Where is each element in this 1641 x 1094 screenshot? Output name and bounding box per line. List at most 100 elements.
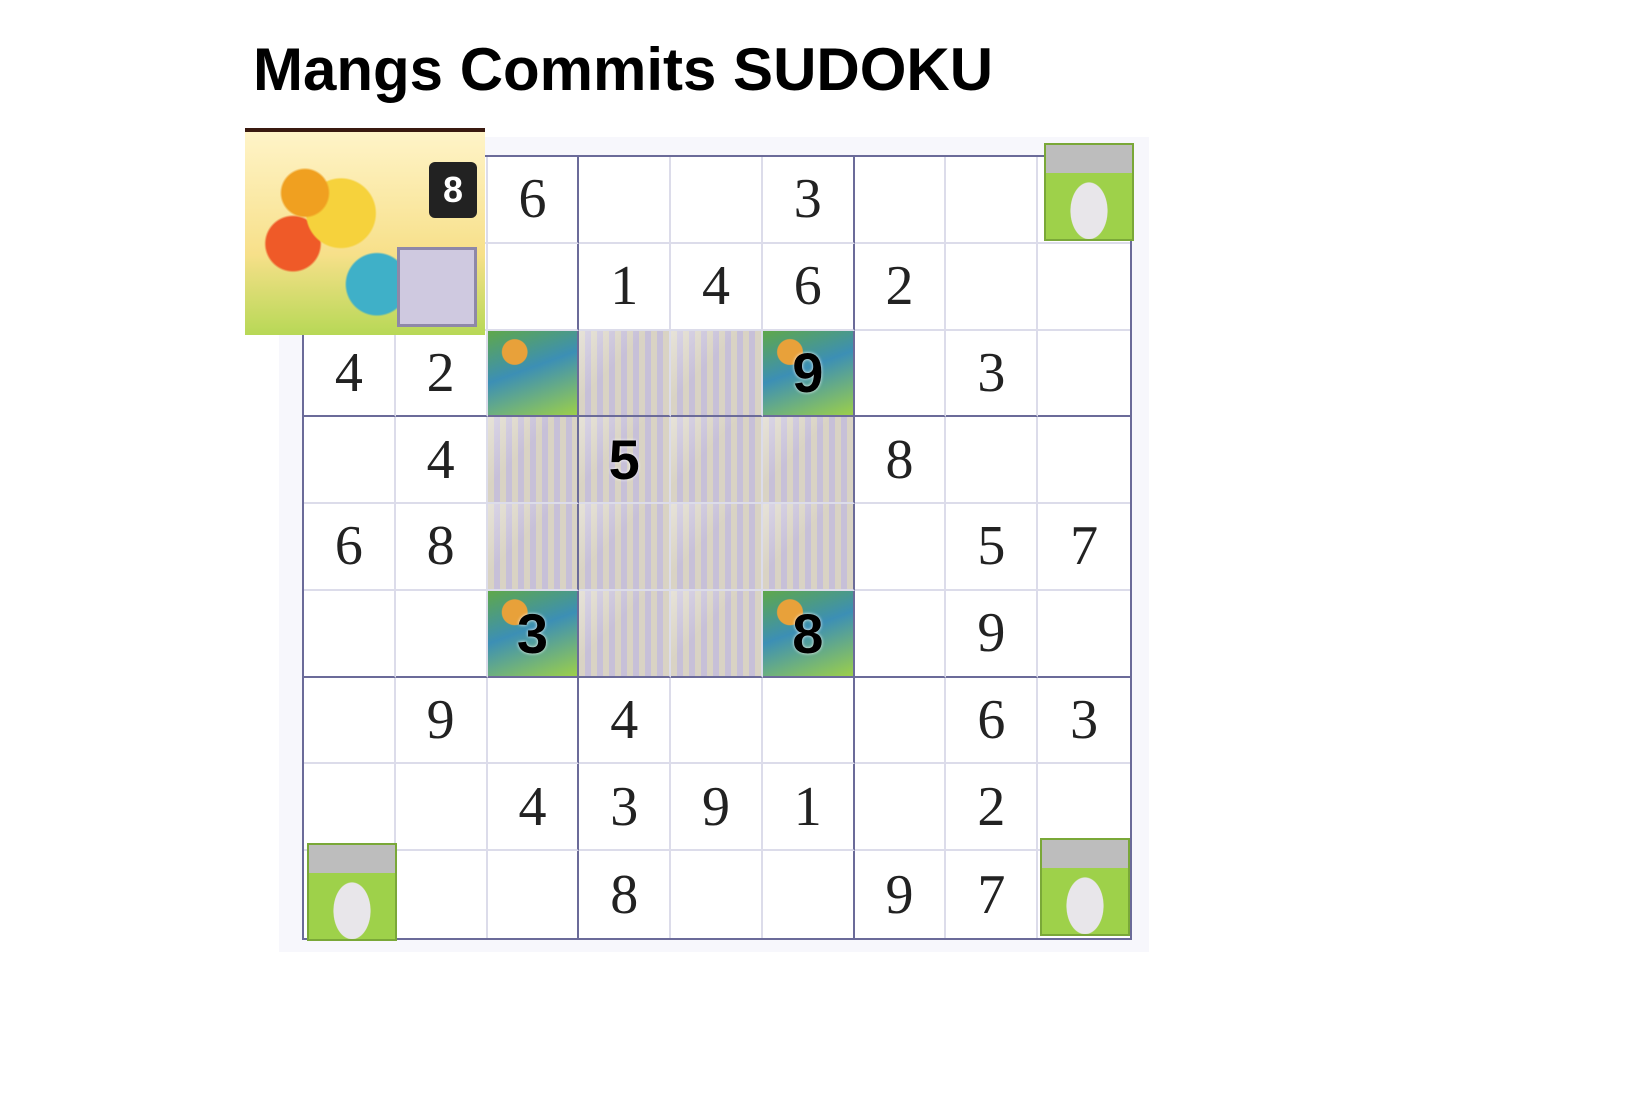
sudoku-cell[interactable]: [304, 590, 396, 678]
sudoku-cell[interactable]: [762, 417, 855, 505]
cell-value: 9: [977, 602, 1006, 665]
sudoku-cell[interactable]: 4: [304, 330, 396, 418]
cell-value: 4: [518, 775, 547, 838]
sudoku-cell[interactable]: [763, 851, 855, 938]
sudoku-cell[interactable]: 1: [579, 243, 672, 331]
cell-value: 6: [977, 689, 1006, 752]
sudoku-cell[interactable]: 5: [579, 417, 672, 505]
cell-value: 6: [793, 255, 822, 318]
sudoku-cell[interactable]: [579, 330, 672, 418]
cell-value: 2: [426, 341, 455, 404]
sudoku-cell[interactable]: 3: [487, 590, 580, 678]
sudoku-cell[interactable]: [762, 504, 855, 591]
cell-value: 7: [977, 863, 1006, 926]
sudoku-cell[interactable]: [487, 504, 580, 591]
sudoku-cell[interactable]: [488, 851, 580, 938]
sudoku-cell[interactable]: [762, 677, 855, 765]
sudoku-cell[interactable]: 4: [487, 764, 580, 852]
cell-value: 3: [977, 341, 1006, 404]
sudoku-cell[interactable]: [671, 157, 763, 244]
sudoku-cell[interactable]: [579, 590, 672, 678]
statue-icon: [307, 843, 397, 941]
sudoku-cell[interactable]: [854, 504, 947, 591]
sudoku-cell[interactable]: [304, 417, 396, 505]
sudoku-cell[interactable]: [395, 764, 488, 852]
cell-value: 2: [977, 775, 1006, 838]
sudoku-cell[interactable]: [1038, 244, 1130, 331]
sudoku-cell[interactable]: [671, 417, 763, 505]
sudoku-cell[interactable]: [487, 417, 580, 505]
sudoku-cell[interactable]: 1: [762, 764, 855, 852]
statue-icon: [1040, 838, 1130, 936]
sudoku-cell[interactable]: [671, 504, 763, 591]
sudoku-cell[interactable]: 2: [854, 243, 947, 331]
sudoku-cell[interactable]: 4: [579, 677, 672, 765]
sudoku-cell[interactable]: [671, 851, 763, 938]
sudoku-cell[interactable]: 4: [395, 417, 488, 505]
cell-value: 5: [977, 515, 1006, 578]
sudoku-cell[interactable]: 3: [762, 157, 855, 244]
sudoku-cell[interactable]: 9: [855, 851, 947, 938]
sudoku-cell[interactable]: [487, 677, 580, 765]
cell-value: 1: [610, 255, 639, 318]
cell-value: 8: [792, 601, 824, 665]
sudoku-cell[interactable]: 9: [395, 677, 488, 765]
cell-value: 8: [610, 863, 639, 926]
sudoku-cell[interactable]: [395, 590, 488, 678]
sudoku-cell[interactable]: [1038, 331, 1130, 418]
sudoku-cell[interactable]: [854, 330, 947, 418]
sudoku-cell[interactable]: 5: [946, 504, 1039, 591]
sudoku-cell[interactable]: 2: [946, 764, 1039, 852]
cell-value: 6: [334, 515, 363, 578]
sudoku-cell[interactable]: 8: [762, 590, 855, 678]
sudoku-cell[interactable]: [304, 764, 396, 852]
cell-value: 2: [885, 255, 914, 318]
cell-value: 7: [1070, 515, 1099, 578]
sudoku-cell[interactable]: 9: [762, 330, 855, 418]
cell-value: 3: [1070, 689, 1099, 752]
sudoku-cell[interactable]: [579, 157, 672, 244]
sudoku-cell[interactable]: [854, 677, 947, 765]
sudoku-cell[interactable]: [671, 590, 763, 678]
cell-value: 3: [793, 168, 822, 231]
sudoku-cell[interactable]: 7: [1038, 504, 1130, 591]
sudoku-cell[interactable]: 2: [395, 330, 488, 418]
sudoku-cell[interactable]: 6: [487, 157, 580, 244]
statue-icon: [1044, 143, 1134, 241]
sudoku-cell[interactable]: [487, 330, 580, 418]
sudoku-cell[interactable]: 9: [946, 590, 1039, 678]
sudoku-cell[interactable]: [487, 243, 580, 331]
sudoku-cell[interactable]: 4: [671, 243, 763, 331]
cell-value: 5: [608, 428, 640, 492]
sudoku-cell[interactable]: 8: [579, 851, 672, 938]
sudoku-cell[interactable]: [1038, 591, 1130, 678]
sudoku-cell[interactable]: 3: [579, 764, 672, 852]
sudoku-cell[interactable]: [396, 851, 488, 938]
cell-value: 8: [885, 428, 914, 491]
sudoku-cell[interactable]: 3: [1038, 678, 1130, 765]
cell-value: 6: [518, 168, 547, 231]
sudoku-cell[interactable]: 6: [946, 677, 1039, 765]
sudoku-cell[interactable]: [946, 157, 1039, 244]
sudoku-cell[interactable]: 9: [671, 764, 763, 852]
sudoku-cell[interactable]: [946, 243, 1039, 331]
cell-value: 4: [334, 341, 363, 404]
cell-value: 3: [516, 601, 549, 665]
sudoku-cell[interactable]: [1038, 417, 1130, 505]
sudoku-cell[interactable]: 6: [304, 504, 396, 591]
sudoku-cell[interactable]: [671, 330, 763, 418]
sudoku-cell[interactable]: [671, 677, 763, 765]
sudoku-cell[interactable]: 8: [854, 417, 947, 505]
sudoku-cell[interactable]: [304, 677, 396, 765]
sudoku-cell[interactable]: [854, 764, 947, 852]
sudoku-cell[interactable]: [854, 590, 947, 678]
sudoku-cell[interactable]: 6: [762, 243, 855, 331]
sudoku-cell[interactable]: [579, 504, 672, 591]
page-title: Mangs Commits SUDOKU: [253, 36, 994, 103]
sudoku-cell[interactable]: 7: [946, 851, 1039, 938]
sudoku-cell[interactable]: [854, 157, 947, 244]
sudoku-cell[interactable]: 3: [946, 330, 1039, 418]
sudoku-cell[interactable]: 8: [395, 504, 488, 591]
machine-icon: [397, 247, 477, 327]
sudoku-cell[interactable]: [946, 417, 1039, 505]
